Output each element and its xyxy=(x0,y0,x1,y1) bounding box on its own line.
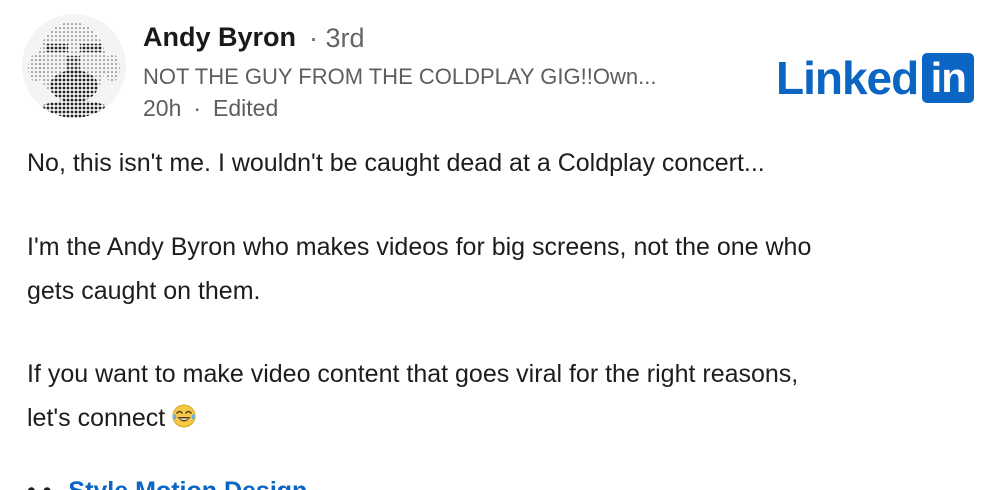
post-time: 20h xyxy=(143,95,182,121)
author-headline[interactable]: NOT THE GUY FROM THE COLDPLAY GIG!!Own..… xyxy=(143,64,708,90)
post-meta: 20h · Edited xyxy=(143,95,278,122)
avatar-portrait-icon xyxy=(22,14,126,118)
linkedin-logo: Linked in xyxy=(776,52,975,104)
linkedin-logo-word: Linked xyxy=(776,52,919,104)
meta-separator: · xyxy=(193,95,202,121)
linkedin-post: Andy Byron · 3rd NOT THE GUY FROM THE CO… xyxy=(0,0,994,490)
post-line: No, this isn't me. I wouldn't be caught … xyxy=(27,149,765,177)
edited-label: Edited xyxy=(213,95,279,121)
post-paragraph-3: If you want to make video content that g… xyxy=(27,352,798,443)
author-name-link[interactable]: Andy Byron xyxy=(143,22,296,53)
truncated-line: • • Style Motion Design xyxy=(27,476,307,490)
post-line: let's connect xyxy=(27,404,166,432)
tears-of-joy-emoji-icon xyxy=(171,399,197,443)
author-avatar[interactable] xyxy=(22,14,126,118)
post-line: I'm the Andy Byron who makes videos for … xyxy=(27,233,812,261)
cutoff-mark: • • xyxy=(27,477,51,490)
post-paragraph-1: No, this isn't me. I wouldn't be caught … xyxy=(27,141,765,185)
linkedin-logo-box: in xyxy=(922,53,975,103)
post-line: gets caught on them. xyxy=(27,277,261,305)
post-line: If you want to make video content that g… xyxy=(27,360,799,388)
company-mention-link[interactable]: Style Motion Design xyxy=(68,477,307,490)
post-paragraph-2: I'm the Andy Byron who makes videos for … xyxy=(27,225,811,313)
connection-degree: · 3rd xyxy=(309,23,365,53)
